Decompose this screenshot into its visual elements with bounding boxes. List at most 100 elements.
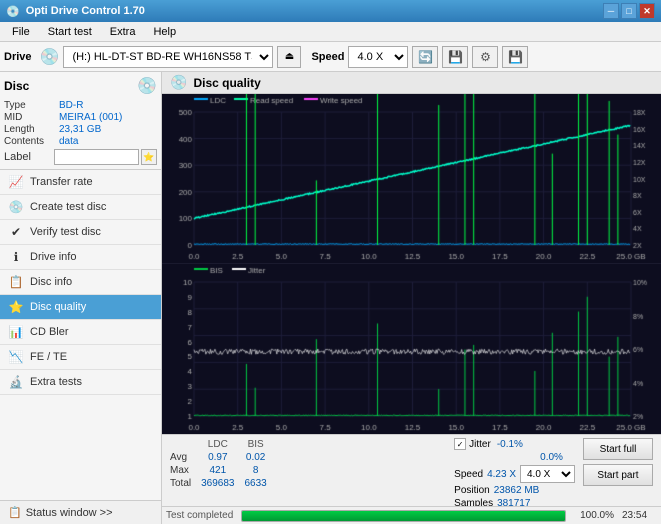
status-window-label: Status window >> [26, 507, 113, 519]
settings-button[interactable]: ⚙ [472, 46, 498, 68]
disc-image-icon: 💿 [137, 76, 157, 96]
disc-info-label: Disc info [30, 276, 72, 288]
disc-section-label: Disc [4, 79, 29, 93]
create-test-disc-label: Create test disc [30, 201, 106, 213]
sidebar-item-drive-info[interactable]: ℹ Drive info [0, 245, 161, 270]
transfer-rate-label: Transfer rate [30, 176, 93, 188]
jitter-max-value: 0.0% [540, 452, 563, 463]
label-action-button[interactable]: ⭐ [141, 149, 157, 165]
max-bis: 8 [245, 464, 277, 477]
jitter-label: Jitter [469, 439, 491, 450]
speed-label: Speed [311, 51, 344, 63]
checkbox-tick: ✓ [454, 438, 466, 450]
sidebar-item-transfer-rate[interactable]: 📈 Transfer rate [0, 170, 161, 195]
stats-table: LDC BIS Avg 0.97 0.02 Max 421 [170, 438, 446, 490]
disc-quality-header: 💿 Disc quality [162, 72, 661, 94]
stats-bar: LDC BIS Avg 0.97 0.02 Max 421 [162, 434, 661, 506]
menu-extra[interactable]: Extra [102, 24, 144, 40]
app-title: Opti Drive Control 1.70 [26, 5, 145, 17]
type-label: Type [4, 100, 59, 111]
status-text: Test completed [166, 510, 233, 521]
maximize-button[interactable]: □ [621, 3, 637, 19]
sidebar-item-create-test-disc[interactable]: 💿 Create test disc [0, 195, 161, 220]
menu-start-test[interactable]: Start test [40, 24, 100, 40]
progress-time: 23:54 [622, 510, 657, 521]
total-bis: 6633 [245, 477, 277, 490]
sidebar-item-verify-test-disc[interactable]: ✔ Verify test disc [0, 220, 161, 245]
drive-select[interactable]: (H:) HL-DT-ST BD-RE WH16NS58 TST4 [63, 46, 273, 68]
disc-panel: Disc 💿 Type BD-R MID MEIRA1 (001) Length… [0, 72, 161, 170]
label-field-label: Label [4, 151, 52, 163]
sidebar-item-fe-te[interactable]: 📉 FE / TE [0, 345, 161, 370]
cd-bler-icon: 📊 [8, 325, 24, 339]
total-label: Total [170, 477, 201, 490]
sidebar: Disc 💿 Type BD-R MID MEIRA1 (001) Length… [0, 72, 162, 524]
cd-bler-label: CD Bler [30, 326, 69, 338]
sidebar-item-disc-info[interactable]: 📋 Disc info [0, 270, 161, 295]
extra-tests-label: Extra tests [30, 376, 82, 388]
status-window-button[interactable]: 📋 Status window >> [0, 500, 161, 524]
avg-bis: 0.02 [245, 451, 277, 464]
type-value: BD-R [59, 100, 83, 111]
sidebar-item-disc-quality[interactable]: ⭐ Disc quality [0, 295, 161, 320]
col-header-bis: BIS [245, 438, 277, 451]
bis-chart [162, 264, 661, 434]
menu-bar: File Start test Extra Help [0, 22, 661, 42]
disc-quality-header-icon: 💿 [170, 74, 187, 91]
progress-fill [242, 511, 565, 521]
charts-area [162, 94, 661, 434]
verify-test-disc-icon: ✔ [8, 225, 24, 239]
stats-row-max: Max 421 8 [170, 464, 277, 477]
action-buttons: Start full Start part [583, 438, 653, 486]
col-header-empty [170, 438, 201, 451]
close-button[interactable]: ✕ [639, 3, 655, 19]
disc-quality-title: Disc quality [193, 76, 260, 90]
avg-label: Avg [170, 451, 201, 464]
burn-button[interactable]: 💾 [442, 46, 468, 68]
ldc-chart-wrapper [162, 94, 661, 264]
start-part-button[interactable]: Start part [583, 464, 653, 486]
verify-test-disc-label: Verify test disc [30, 226, 101, 238]
stats-row-avg: Avg 0.97 0.02 [170, 451, 277, 464]
jitter-area: ✓ Jitter -0.1% 0.0% Speed 4.23 X 4.0 X [454, 438, 575, 509]
max-ldc: 421 [201, 464, 244, 477]
max-label: Max [170, 464, 201, 477]
start-full-button[interactable]: Start full [583, 438, 653, 460]
stats-row-total: Total 369683 6633 [170, 477, 277, 490]
minimize-button[interactable]: ─ [603, 3, 619, 19]
speed-stat-label: Speed [454, 469, 483, 480]
position-label: Position [454, 485, 490, 496]
ldc-chart [162, 94, 661, 263]
toolbar: Drive 💿 (H:) HL-DT-ST BD-RE WH16NS58 TST… [0, 42, 661, 72]
disc-quality-icon: ⭐ [8, 300, 24, 314]
drive-info-icon: ℹ [8, 250, 24, 264]
speed-stat-value: 4.23 X [487, 469, 516, 480]
mid-value: MEIRA1 (001) [59, 112, 122, 123]
menu-help[interactable]: Help [145, 24, 184, 40]
progress-percent: 100.0% [574, 510, 614, 521]
title-bar: 💿 Opti Drive Control 1.70 ─ □ ✕ [0, 0, 661, 22]
contents-label: Contents [4, 136, 59, 147]
mid-label: MID [4, 112, 59, 123]
app-icon: 💿 [6, 5, 20, 18]
jitter-checkbox[interactable]: ✓ Jitter [454, 438, 491, 450]
avg-ldc: 0.97 [201, 451, 244, 464]
progress-bar-container: Test completed 100.0% 23:54 [162, 506, 661, 524]
status-window-icon: 📋 [8, 506, 22, 519]
eject-button[interactable]: ⏏ [277, 46, 301, 68]
total-ldc: 369683 [201, 477, 244, 490]
fe-te-label: FE / TE [30, 351, 67, 363]
fe-te-icon: 📉 [8, 350, 24, 364]
speed-select[interactable]: 4.0 X [348, 46, 408, 68]
sidebar-item-extra-tests[interactable]: 🔬 Extra tests [0, 370, 161, 395]
position-value: 23862 MB [494, 485, 540, 496]
length-value: 23,31 GB [59, 124, 101, 135]
jitter-value: -0.1% [497, 439, 523, 450]
sidebar-item-cd-bler[interactable]: 📊 CD Bler [0, 320, 161, 345]
save-button[interactable]: 💾 [502, 46, 528, 68]
menu-file[interactable]: File [4, 24, 38, 40]
refresh-button[interactable]: 🔄 [412, 46, 438, 68]
main-layout: Disc 💿 Type BD-R MID MEIRA1 (001) Length… [0, 72, 661, 524]
stats-speed-select[interactable]: 4.0 X [520, 465, 575, 483]
label-input[interactable] [54, 149, 139, 165]
